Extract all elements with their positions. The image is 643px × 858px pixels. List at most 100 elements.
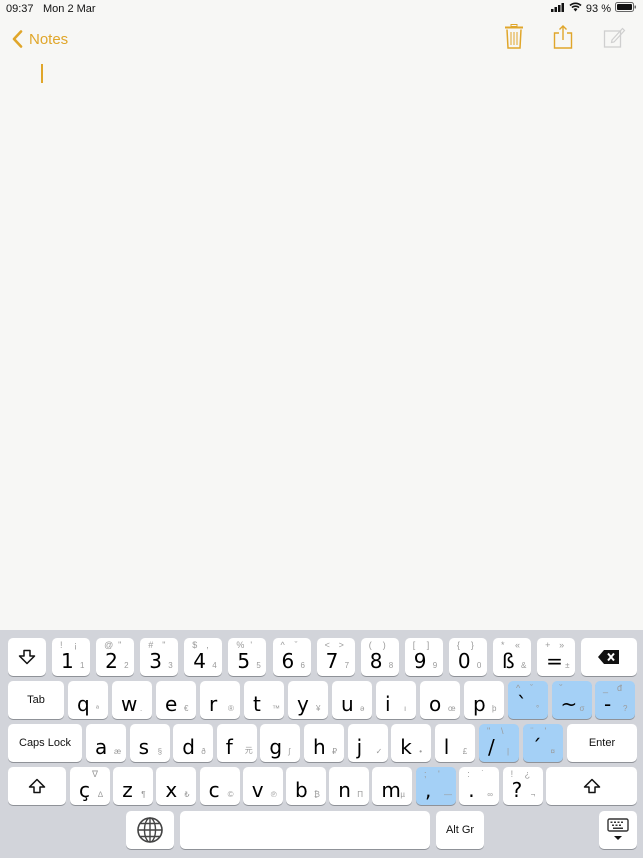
key-char[interactable]: h ₽ [304,724,344,762]
key-main-glyph: 4 [193,649,207,673]
key-char[interactable]: 8 8() [360,638,399,676]
key-char[interactable]: y ¥ [288,681,328,719]
key-sub-glyph: ° [536,704,540,713]
key-tr-glyph: " [118,640,122,650]
key-char[interactable]: ´ ¤ ¨ ' [522,724,563,762]
key-main-glyph: w [121,692,138,716]
key-char[interactable]: iı [376,681,416,719]
key-char[interactable]: v ℗ [242,767,283,805]
key-char[interactable]: j ✓ [347,724,388,762]
key-tr-glyph: ∇ [92,769,99,779]
key-char[interactable]: uə [332,681,372,719]
key-sub-glyph: 5 [256,661,261,670]
key-sub-glyph: µ [400,790,405,799]
backspace-key[interactable] [581,638,637,676]
key-char[interactable]: dð [173,724,214,762]
key-char[interactable]: . ∞: ˙ [459,767,500,805]
trash-button[interactable] [503,24,529,52]
key-sub-glyph: ∞ [487,790,493,799]
key-char[interactable]: ß & * « [493,638,531,676]
key-sub-glyph: ® [228,704,234,713]
key-sub-glyph: € [184,704,189,713]
key-char[interactable]: ? ¬! ¿ [502,767,543,805]
enter-key[interactable]: Enter [567,724,637,762]
keyboard-dismiss-icon [607,818,629,840]
key-char[interactable]: , —; ' [416,767,456,805]
key-sub-glyph: ± [565,661,570,670]
dismiss-keyboard-key[interactable] [599,811,637,849]
key-char[interactable]: / | " \ [479,724,519,762]
key-char[interactable]: 0 0{} [448,638,487,676]
key-char[interactable]: s § [129,724,170,762]
key-main-glyph: ç [79,778,90,802]
key-main-glyph: n [338,778,351,802]
key-char[interactable]: aæ [86,724,126,762]
key-tl-glyph: # [148,640,154,650]
alt-gr-key[interactable]: Alt Gr [436,811,484,849]
key-main-glyph: g [269,735,283,759]
right-shift-key[interactable] [546,767,637,805]
key-char[interactable]: 1 1! ¡ [52,638,90,676]
key-char[interactable]: k • [391,724,432,762]
key-char[interactable]: z ¶ [113,767,154,805]
key-main-glyph: 7 [325,649,339,673]
key-char[interactable]: b ₿ [286,767,326,805]
key-char[interactable]: 5 5% ' [228,638,267,676]
key-char[interactable]: f元 [216,724,257,762]
key-sub-glyph: ¥ [316,704,321,713]
key-char[interactable]: 4 4 $, [184,638,223,676]
key-char[interactable]: = ± + » [537,638,576,676]
key-main-glyph: ` [517,692,527,716]
left-shift-key[interactable] [8,767,66,805]
key-char[interactable]: 6 6 ^ ˇ [272,638,311,676]
compose-button[interactable] [603,24,629,52]
key-main-glyph: x [165,778,178,802]
key-char[interactable]: mµ [372,767,413,805]
key-sub-glyph: 2 [124,661,129,670]
key-char[interactable]: nΠ [329,767,370,805]
share-button[interactable] [553,24,579,52]
key-char[interactable]: qª [68,681,108,719]
note-editor[interactable] [0,0,643,630]
key-char[interactable]: 2 2 @ " [96,638,135,676]
space-key[interactable] [180,811,430,849]
key-main-glyph: z [122,778,133,802]
key-char[interactable]: ` ° ^ ˇ [508,681,548,719]
tab-key[interactable]: Tab [8,681,64,719]
backspace-icon [598,650,619,664]
key-char[interactable]: x ₺ [156,767,197,805]
key-char[interactable]: l £ [434,724,475,762]
back-button[interactable]: Notes [12,27,68,51]
caps-lock-key[interactable]: Caps Lock [8,724,82,762]
key-char[interactable]: w. [112,681,152,719]
key-tl-glyph: _ [603,683,609,693]
key-tl-glyph: ! [510,769,514,779]
key-sub-glyph: ə [360,704,365,713]
key-main-glyph: 2 [105,649,118,673]
tab-label: Tab [27,694,45,706]
shift-down-key[interactable] [8,638,46,676]
key-char[interactable]: t ™ [244,681,284,719]
key-char[interactable]: pþ [464,681,504,719]
key-char[interactable]: e € [156,681,196,719]
key-sub-glyph: 4 [212,661,217,670]
key-char[interactable]: oœ [420,681,460,719]
key-main-glyph: e [165,692,178,716]
key-char[interactable]: 3 3 # " [140,638,179,676]
key-char[interactable]: ç ∆ ∇ [70,767,110,805]
key-main-glyph: t [253,692,261,716]
key-char[interactable]: r ® [200,681,240,719]
globe-key[interactable] [126,811,174,849]
key-char[interactable]: 9 9[] [404,638,443,676]
key-char[interactable]: ~ σ ˘ [551,681,592,719]
key-tl-glyph: + [545,640,551,650]
key-char[interactable]: 7 7 < > [316,638,355,676]
key-sub-glyph: ? [623,704,628,713]
key-char[interactable]: gʃ [260,724,301,762]
key-main-glyph: i [385,692,391,716]
key-char[interactable]: -? _ đ [595,681,635,719]
status-time: 09:37 [6,3,34,15]
key-tr-glyph: ' [250,640,253,650]
key-char[interactable]: c © [199,767,240,805]
key-main-glyph: o [429,692,442,716]
